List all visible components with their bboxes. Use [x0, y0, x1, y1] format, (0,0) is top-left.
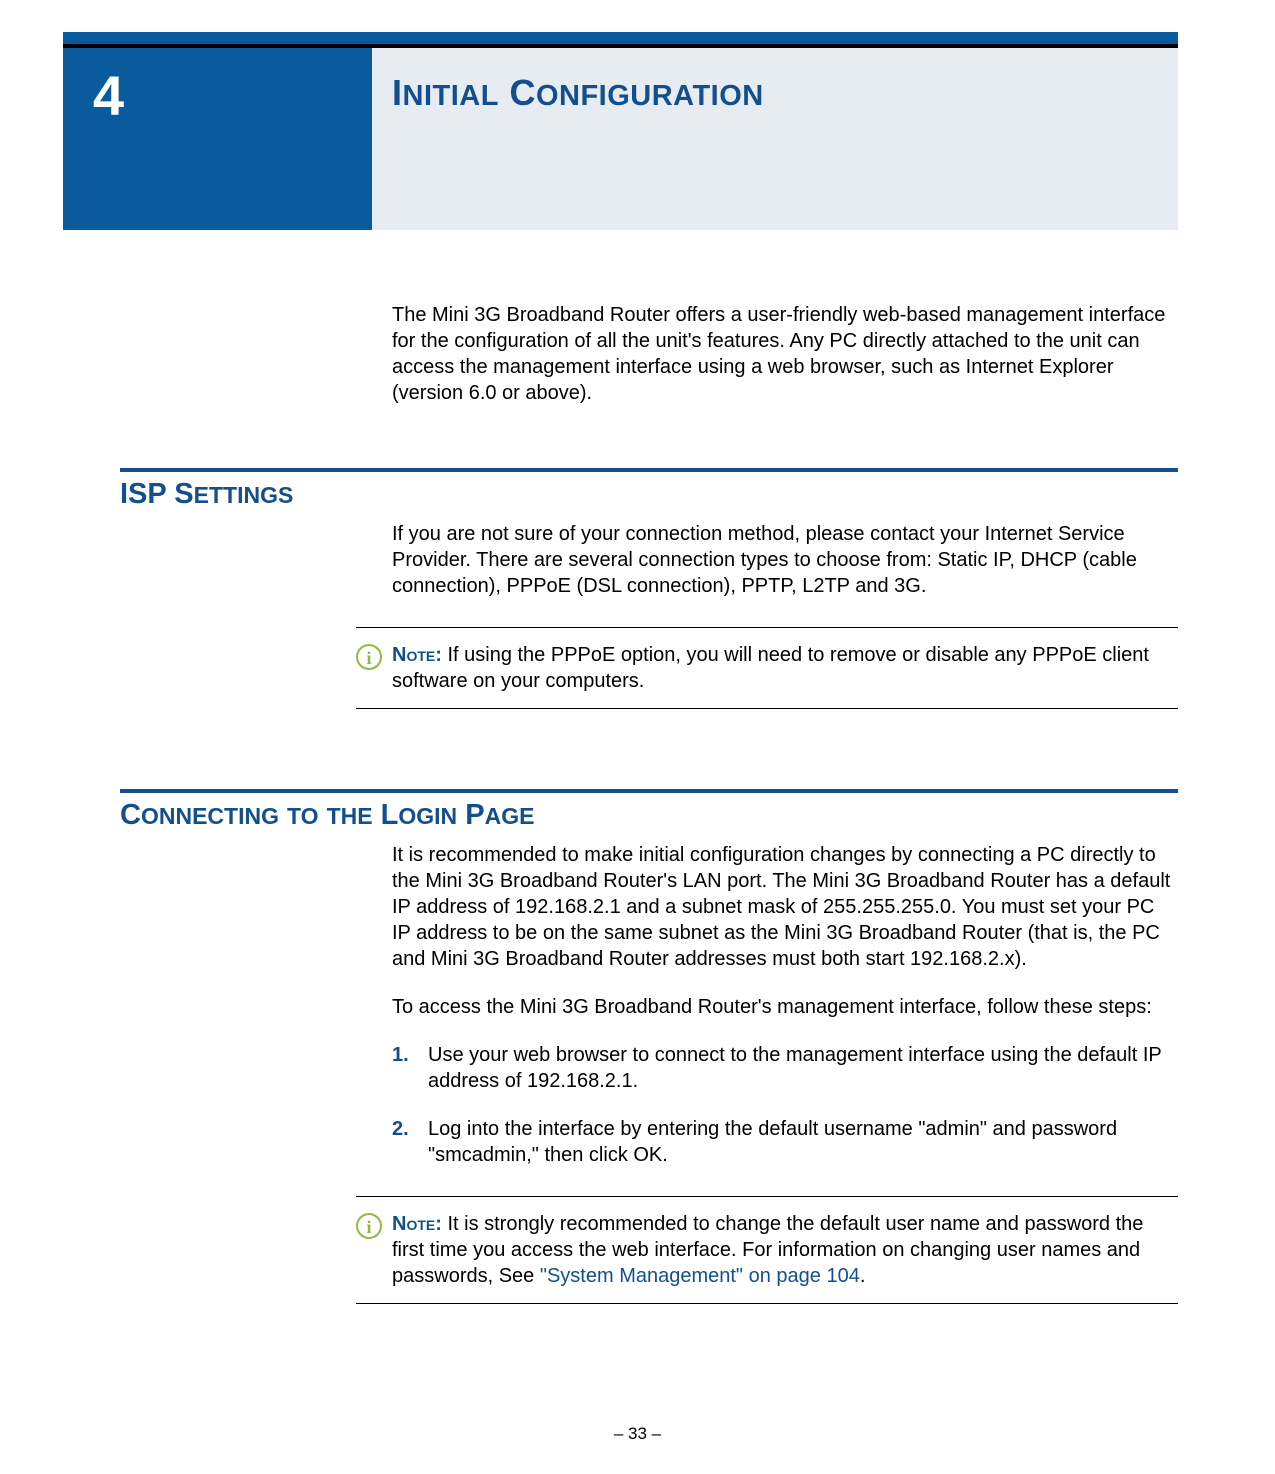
cross-reference-link[interactable]: "System Management" on page 104 [540, 1265, 860, 1287]
note-label: Note: [392, 644, 447, 666]
connecting-body-2: To access the Mini 3G Broadband Router's… [392, 994, 1178, 1020]
svg-text:i: i [366, 1217, 371, 1237]
info-icon: i [356, 1213, 382, 1239]
isp-settings-body: If you are not sure of your connection m… [392, 521, 1178, 599]
connecting-body-1: It is recommended to make initial config… [392, 842, 1178, 972]
step-number: 1. [392, 1042, 428, 1094]
step-1: 1. Use your web browser to connect to th… [392, 1042, 1178, 1094]
section-divider [120, 468, 1178, 472]
svg-text:i: i [366, 648, 371, 668]
note-text: Note: If using the PPPoE option, you wil… [392, 642, 1178, 694]
note-block-password: i Note: It is strongly recommended to ch… [356, 1196, 1178, 1304]
step-text: Use your web browser to connect to the m… [428, 1042, 1178, 1094]
content-area: The Mini 3G Broadband Router offers a us… [120, 302, 1178, 1304]
info-icon: i [356, 644, 382, 670]
step-number: 2. [392, 1116, 428, 1168]
note-body: If using the PPPoE option, you will need… [392, 644, 1149, 692]
note-label: Note: [392, 1213, 447, 1235]
chapter-header: 4 INITIAL CONFIGURATION [63, 44, 1178, 230]
section-heading-isp-settings: ISP SETTINGS [120, 478, 1178, 521]
note-block-pppoe: i Note: If using the PPPoE option, you w… [356, 627, 1178, 709]
chapter-number: 4 [93, 64, 124, 127]
top-accent-bar [63, 32, 1178, 44]
intro-paragraph: The Mini 3G Broadband Router offers a us… [392, 302, 1178, 406]
chapter-number-box: 4 [63, 48, 372, 230]
section-heading-connecting-login: CONNECTING TO THE LOGIN PAGE [120, 799, 1178, 842]
note-text: Note: It is strongly recommended to chan… [392, 1211, 1178, 1289]
section-divider [120, 789, 1178, 793]
step-text: Log into the interface by entering the d… [428, 1116, 1178, 1168]
note-body-part2: . [860, 1265, 866, 1287]
chapter-title-box: INITIAL CONFIGURATION [372, 48, 1178, 230]
chapter-title: INITIAL CONFIGURATION [392, 72, 1178, 114]
step-2: 2. Log into the interface by entering th… [392, 1116, 1178, 1168]
page-footer: – 33 – [0, 1424, 1275, 1444]
